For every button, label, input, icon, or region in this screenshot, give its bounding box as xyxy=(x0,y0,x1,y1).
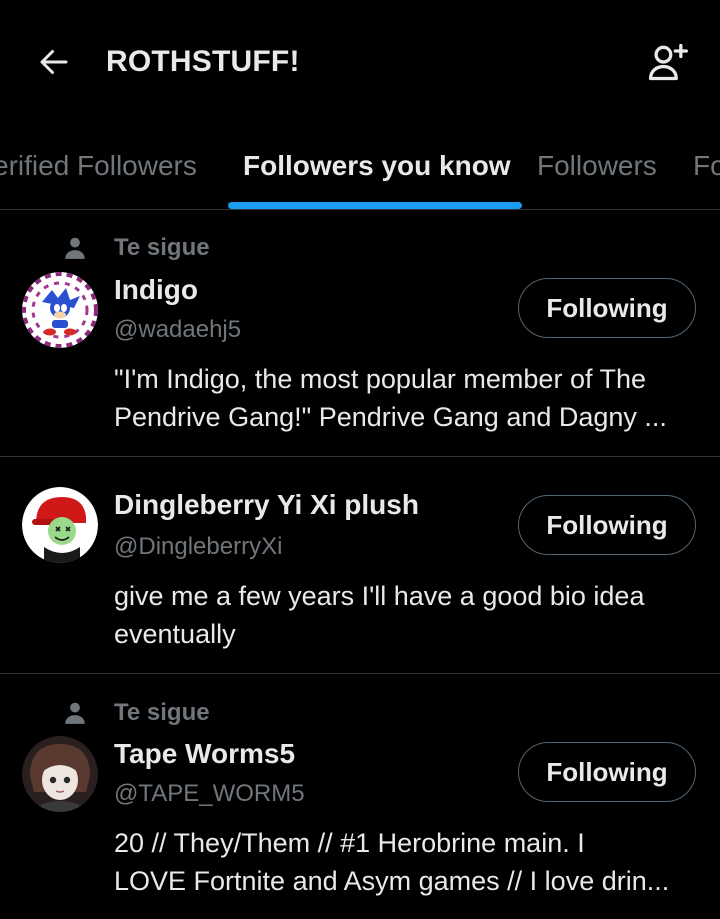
bio-line: 20 // They/Them // #1 Herobrine main. I xyxy=(114,828,585,858)
tab-followers[interactable]: Followers xyxy=(537,146,657,186)
user-name[interactable]: Indigo xyxy=(114,274,198,306)
person-plus-icon xyxy=(648,43,688,81)
bio-line: "I'm Indigo, the most popular member of … xyxy=(114,364,646,394)
add-user-button[interactable] xyxy=(642,36,694,88)
user-handle[interactable]: @TAPE_WORM5 xyxy=(114,780,305,808)
user-handle[interactable]: @wadaehj5 xyxy=(114,316,241,344)
user-bio: "I'm Indigo, the most popular member of … xyxy=(114,360,694,436)
back-button[interactable] xyxy=(32,40,76,84)
user-name[interactable]: Tape Worms5 xyxy=(114,738,295,770)
tab-bar: erified Followers Followers you know Fol… xyxy=(0,130,720,210)
user-bio: 20 // They/Them // #1 Herobrine main. I … xyxy=(114,824,694,900)
person-icon xyxy=(60,698,90,728)
arrow-left-icon xyxy=(40,50,68,74)
avatar[interactable] xyxy=(22,272,98,348)
active-tab-indicator xyxy=(228,202,522,209)
top-app-bar: ROTHSTUFF! xyxy=(0,0,720,120)
person-icon xyxy=(60,233,90,263)
tab-following[interactable]: Fo xyxy=(693,146,720,186)
bio-line: Pendrive Gang!" Pendrive Gang and Dagny … xyxy=(114,402,667,432)
bio-line: give me a few years I'll have a good bio… xyxy=(114,581,645,611)
user-row[interactable]: Te sigue Tape Worms5 @TAPE_WORM5 Followi… xyxy=(0,674,720,919)
user-bio: give me a few years I'll have a good bio… xyxy=(114,577,694,653)
bio-line: eventually xyxy=(114,619,236,649)
user-handle[interactable]: @DingleberryXi xyxy=(114,533,282,561)
following-button[interactable]: Following xyxy=(518,742,696,802)
social-context-label: Te sigue xyxy=(114,234,210,261)
social-context: Te sigue xyxy=(60,233,210,263)
page-title: ROTHSTUFF! xyxy=(106,45,300,78)
social-context-label: Te sigue xyxy=(114,699,210,726)
avatar[interactable] xyxy=(22,487,98,563)
following-button[interactable]: Following xyxy=(518,278,696,338)
following-button[interactable]: Following xyxy=(518,495,696,555)
bio-line: LOVE Fortnite and Asym games // I love d… xyxy=(114,866,670,896)
user-row[interactable]: Dingleberry Yi Xi plush @DingleberryXi F… xyxy=(0,457,720,674)
user-row[interactable]: Te sigue Indigo @wadaehj5 Following "I'm… xyxy=(0,210,720,457)
tab-verified-followers[interactable]: erified Followers xyxy=(0,146,197,186)
social-context: Te sigue xyxy=(60,698,210,728)
user-name[interactable]: Dingleberry Yi Xi plush xyxy=(114,489,419,521)
avatar[interactable] xyxy=(22,736,98,812)
tab-followers-you-know[interactable]: Followers you know xyxy=(243,146,511,186)
